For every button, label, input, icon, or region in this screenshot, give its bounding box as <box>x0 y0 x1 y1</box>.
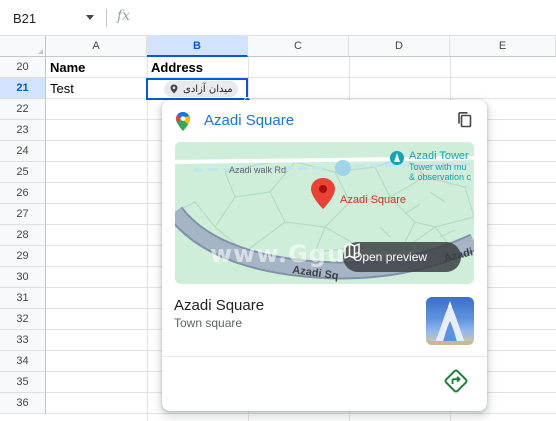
row-header-32[interactable]: 32 <box>0 309 46 330</box>
column-header-b[interactable]: B <box>147 36 248 57</box>
place-preview-card: Azadi Square Azadi Square Azadi Tower To… <box>162 100 487 411</box>
open-preview-label: Open preview <box>353 250 428 264</box>
map-preview[interactable]: Azadi Square Azadi Tower Tower with mu &… <box>175 142 474 284</box>
cell-a20[interactable]: Name <box>46 57 147 78</box>
column-header-e[interactable]: E <box>450 36 556 57</box>
place-chip-label: میدان آزادی <box>183 83 233 95</box>
row-header-20[interactable]: 20 <box>0 57 46 78</box>
row-header-36[interactable]: 36 <box>0 393 46 414</box>
place-name: Azadi Square <box>174 297 265 314</box>
card-title-link[interactable]: Azadi Square <box>204 112 294 129</box>
open-preview-button[interactable]: Open preview <box>343 242 461 272</box>
cell-b20[interactable]: Address <box>147 57 248 78</box>
grid-line <box>46 413 556 414</box>
column-header-d[interactable]: D <box>349 36 450 57</box>
row-header-35[interactable]: 35 <box>0 372 46 393</box>
road-label-walk: Azadi walk Rd <box>229 165 286 175</box>
row-header-22[interactable]: 22 <box>0 99 46 120</box>
row-header-26[interactable]: 26 <box>0 183 46 204</box>
map-icon <box>344 243 360 259</box>
dropdown-caret-icon[interactable] <box>86 15 94 20</box>
select-all-corner[interactable] <box>0 36 46 57</box>
place-type: Town square <box>174 316 243 330</box>
column-header-a[interactable]: A <box>46 36 147 57</box>
row-header-29[interactable]: 29 <box>0 246 46 267</box>
formula-bar-divider <box>106 9 107 27</box>
row-header-31[interactable]: 31 <box>0 288 46 309</box>
column-header-c[interactable]: C <box>248 36 349 57</box>
place-photo-thumbnail[interactable] <box>426 297 474 345</box>
row-header-28[interactable]: 28 <box>0 225 46 246</box>
poi-label: Azadi Tower <box>409 150 469 162</box>
card-divider <box>162 356 487 357</box>
row-header-24[interactable]: 24 <box>0 141 46 162</box>
copy-icon[interactable] <box>456 111 474 129</box>
marker-label: Azadi Square <box>340 194 406 206</box>
card-header: Azadi Square <box>162 100 487 140</box>
row-header-33[interactable]: 33 <box>0 330 46 351</box>
row-header-27[interactable]: 27 <box>0 204 46 225</box>
poi-sub-label-1: Tower with mu <box>409 162 467 172</box>
row-header-21[interactable]: 21 <box>0 78 46 99</box>
name-box[interactable]: B21 <box>0 5 104 31</box>
row-header-23[interactable]: 23 <box>0 120 46 141</box>
google-maps-icon <box>176 112 190 131</box>
poi-sub-label-2: & observation c <box>409 172 472 182</box>
fx-icon: fx <box>117 8 131 24</box>
row-header-25[interactable]: 25 <box>0 162 46 183</box>
row-header-30[interactable]: 30 <box>0 267 46 288</box>
name-box-value: B21 <box>13 10 37 26</box>
cell-a21[interactable]: Test <box>46 78 147 99</box>
grid-line <box>147 57 148 421</box>
azadi-tower-image <box>426 301 474 345</box>
row-header-34[interactable]: 34 <box>0 351 46 372</box>
formula-bar: B21 fx <box>0 0 556 36</box>
directions-icon[interactable] <box>443 368 469 394</box>
map-pin-icon <box>170 84 178 94</box>
place-smart-chip[interactable]: میدان آزادی <box>164 81 238 97</box>
